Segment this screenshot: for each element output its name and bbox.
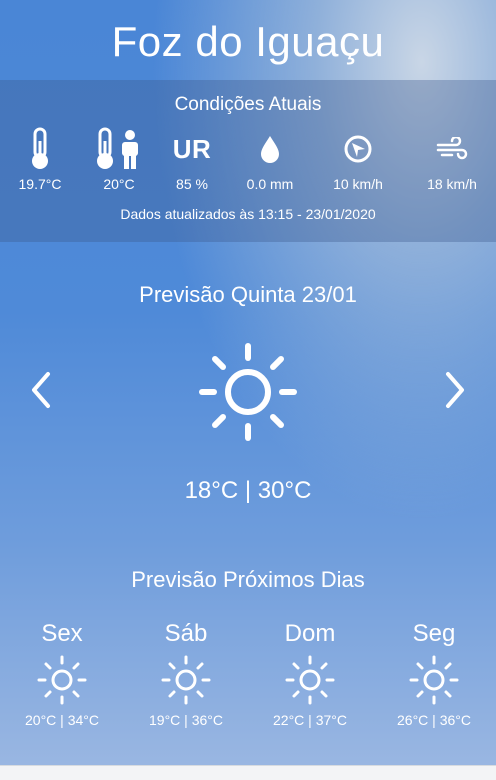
- day-temperatures: 22°C | 37°C: [273, 712, 347, 728]
- day-temperatures: 19°C | 36°C: [149, 712, 223, 728]
- next-days-title: Previsão Próximos Dias: [131, 567, 365, 592]
- forecast-title: Previsão Quinta 23/01: [139, 282, 357, 307]
- wind-direction-icon: [318, 126, 398, 172]
- wind-value: 10 km/h: [333, 176, 383, 192]
- wind-gust-item: 18 km/h: [412, 126, 492, 192]
- chevron-right-icon: [446, 372, 464, 408]
- temperature-item: 19.7°C: [0, 126, 80, 192]
- day-name: Dom: [284, 620, 336, 647]
- sun-icon: [37, 655, 87, 705]
- day-forecast-sex: Sex 20°C | 34°C: [12, 620, 112, 728]
- thermometer-icon: [0, 126, 80, 172]
- chevron-left-icon: [32, 372, 50, 408]
- day-name: Sáb: [164, 620, 208, 647]
- city-title: Foz do Iguaçu: [111, 18, 385, 65]
- current-conditions-panel: Condições Atuais 19.7°C 20°C UR 85 % 0.0…: [0, 80, 496, 242]
- wind-item: 10 km/h: [318, 126, 398, 192]
- wind-gust-value: 18 km/h: [427, 176, 477, 192]
- sun-icon: [199, 343, 297, 441]
- day-name: Sex: [41, 620, 83, 647]
- humidity-value: 85 %: [176, 176, 208, 192]
- feels-like-icon: [79, 126, 159, 172]
- feels-like-value: 20°C: [103, 176, 135, 192]
- day-forecast-dom: Dom 22°C | 37°C: [260, 620, 360, 728]
- sun-icon: [409, 655, 459, 705]
- rain-item: 0.0 mm: [230, 126, 310, 192]
- wind-gust-icon: [412, 126, 492, 172]
- feels-like-item: 20°C: [79, 126, 159, 192]
- previous-day-button[interactable]: [26, 368, 56, 412]
- next-day-button[interactable]: [440, 368, 470, 412]
- day-forecast-sab: Sáb 19°C | 36°C: [136, 620, 236, 728]
- day-forecast-seg: Seg 26°C | 36°C: [384, 620, 484, 728]
- updated-timestamp: Dados atualizados às 13:15 - 23/01/2020: [120, 206, 376, 222]
- day-name: Seg: [412, 620, 456, 647]
- day-temperatures: 26°C | 36°C: [397, 712, 471, 728]
- bottom-bar: [0, 765, 496, 780]
- rain-drop-icon: [230, 126, 310, 172]
- humidity-item: UR 85 %: [152, 126, 232, 193]
- humidity-ur-icon: UR: [172, 133, 212, 164]
- sun-icon: [285, 655, 335, 705]
- forecast-temperatures: 18°C | 30°C: [184, 477, 312, 504]
- temperature-value: 19.7°C: [18, 176, 62, 192]
- current-conditions-title: Condições Atuais: [174, 94, 322, 115]
- day-temperatures: 20°C | 34°C: [25, 712, 99, 728]
- rain-value: 0.0 mm: [246, 176, 294, 192]
- sun-icon: [161, 655, 211, 705]
